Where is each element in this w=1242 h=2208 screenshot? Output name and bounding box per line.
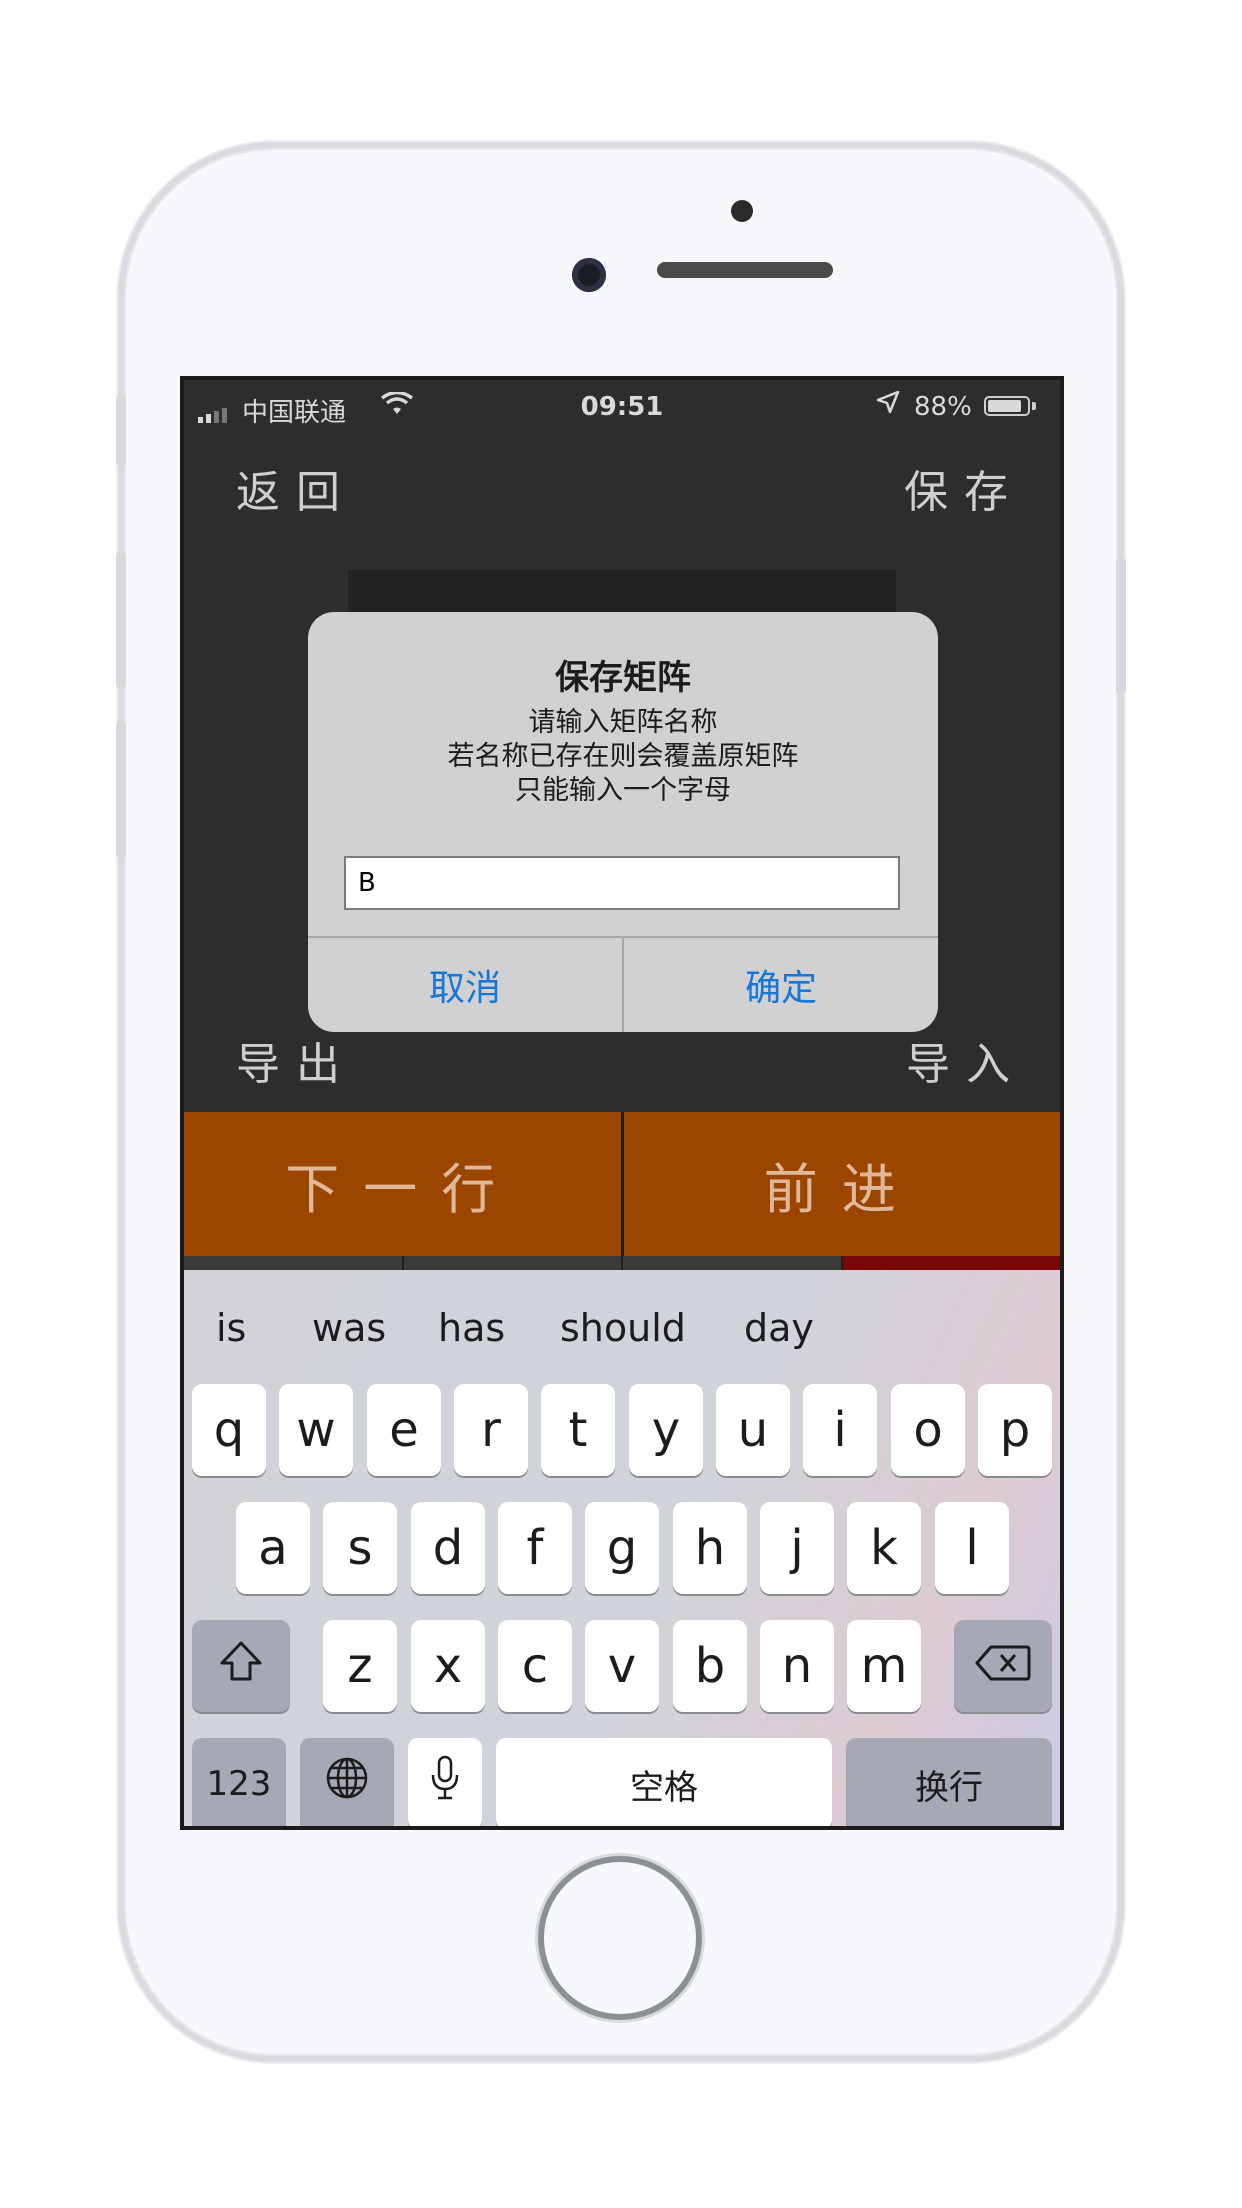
- key-o[interactable]: o: [891, 1384, 965, 1476]
- suggestion-item[interactable]: day: [744, 1306, 814, 1350]
- home-button[interactable]: [544, 1862, 696, 2014]
- battery-level-fill: [988, 400, 1022, 412]
- volume-up-button: [116, 552, 126, 688]
- backspace-key[interactable]: [954, 1620, 1052, 1712]
- color-swatch[interactable]: [842, 1256, 1060, 1270]
- volume-down-button: [116, 722, 126, 858]
- key-h[interactable]: h: [673, 1502, 747, 1594]
- numbers-key[interactable]: 123: [192, 1738, 286, 1826]
- earpiece-speaker: [657, 262, 833, 278]
- key-x[interactable]: x: [411, 1620, 485, 1712]
- battery-percent: 88%: [914, 392, 972, 422]
- key-j[interactable]: j: [760, 1502, 834, 1594]
- key-v[interactable]: v: [585, 1620, 659, 1712]
- key-a[interactable]: a: [236, 1502, 310, 1594]
- key-n[interactable]: n: [760, 1620, 834, 1712]
- next-row-button[interactable]: 下一行: [184, 1112, 621, 1256]
- backspace-icon: [975, 1638, 1031, 1694]
- color-swatch[interactable]: [403, 1256, 623, 1270]
- globe-icon: [324, 1755, 370, 1813]
- dictation-key[interactable]: [408, 1738, 482, 1826]
- suggestion-item[interactable]: should: [560, 1306, 686, 1350]
- import-button[interactable]: 导入: [906, 1028, 1026, 1092]
- color-strip: [184, 1256, 1060, 1270]
- key-k[interactable]: k: [847, 1502, 921, 1594]
- key-m[interactable]: m: [847, 1620, 921, 1712]
- forward-button[interactable]: 前进: [620, 1112, 1060, 1256]
- matrix-name-input[interactable]: B: [344, 856, 900, 910]
- alert-message-line: 若名称已存在则会覆盖原矩阵: [447, 741, 799, 772]
- battery-icon: [984, 396, 1030, 416]
- alert-message: 请输入矩阵名称 若名称已存在则会覆盖原矩阵 只能输入一个字母: [308, 706, 938, 808]
- key-u[interactable]: u: [716, 1384, 790, 1476]
- status-bar: 中国联通 09:51 88%: [184, 380, 1060, 428]
- suggestion-item[interactable]: was: [312, 1306, 386, 1350]
- key-c[interactable]: c: [498, 1620, 572, 1712]
- save-matrix-alert: 保存矩阵 请输入矩阵名称 若名称已存在则会覆盖原矩阵 只能输入一个字母 B 取消…: [308, 612, 938, 1032]
- space-key[interactable]: 空格: [496, 1738, 832, 1826]
- cancel-button[interactable]: 取消: [308, 938, 622, 1032]
- key-b[interactable]: b: [673, 1620, 747, 1712]
- color-swatch[interactable]: [623, 1256, 843, 1270]
- suggestion-bar: is was has should day: [184, 1270, 1060, 1382]
- key-z[interactable]: z: [323, 1620, 397, 1712]
- color-swatch[interactable]: [184, 1256, 404, 1270]
- key-d[interactable]: d: [411, 1502, 485, 1594]
- alert-title: 保存矩阵: [555, 658, 691, 698]
- key-w[interactable]: w: [279, 1384, 353, 1476]
- action-row: 下一行 前进: [184, 1112, 1060, 1256]
- key-g[interactable]: g: [585, 1502, 659, 1594]
- key-r[interactable]: r: [454, 1384, 528, 1476]
- export-button[interactable]: 导出: [236, 1028, 356, 1092]
- key-l[interactable]: l: [935, 1502, 1009, 1594]
- alert-message-line: 只能输入一个字母: [515, 775, 731, 806]
- front-camera-icon: [572, 258, 606, 292]
- key-i[interactable]: i: [803, 1384, 877, 1476]
- alert-message-line: 请输入矩阵名称: [528, 707, 718, 738]
- mute-switch: [116, 396, 126, 466]
- keyboard: is was has should day q w e r t y u i o …: [184, 1270, 1060, 1826]
- key-p[interactable]: p: [978, 1384, 1052, 1476]
- globe-key[interactable]: [300, 1738, 394, 1826]
- shift-icon: [218, 1638, 264, 1694]
- key-y[interactable]: y: [629, 1384, 703, 1476]
- shift-key[interactable]: [192, 1620, 290, 1712]
- microphone-icon: [429, 1755, 461, 1813]
- proximity-sensor: [731, 200, 753, 222]
- suggestion-item[interactable]: has: [438, 1306, 505, 1350]
- screen: 中国联通 09:51 88% 返回 保存 导出 导入 下一行 前进 保存矩阵 请…: [180, 376, 1064, 1830]
- back-button[interactable]: 返回: [236, 456, 356, 520]
- suggestion-item[interactable]: is: [216, 1306, 246, 1350]
- save-button[interactable]: 保存: [904, 456, 1024, 520]
- confirm-button[interactable]: 确定: [624, 938, 938, 1032]
- key-e[interactable]: e: [367, 1384, 441, 1476]
- key-q[interactable]: q: [192, 1384, 266, 1476]
- return-key[interactable]: 换行: [846, 1738, 1052, 1826]
- power-button: [1116, 558, 1126, 694]
- battery-tip: [1032, 402, 1036, 410]
- location-arrow-icon: [876, 390, 900, 421]
- key-s[interactable]: s: [323, 1502, 397, 1594]
- key-f[interactable]: f: [498, 1502, 572, 1594]
- key-t[interactable]: t: [541, 1384, 615, 1476]
